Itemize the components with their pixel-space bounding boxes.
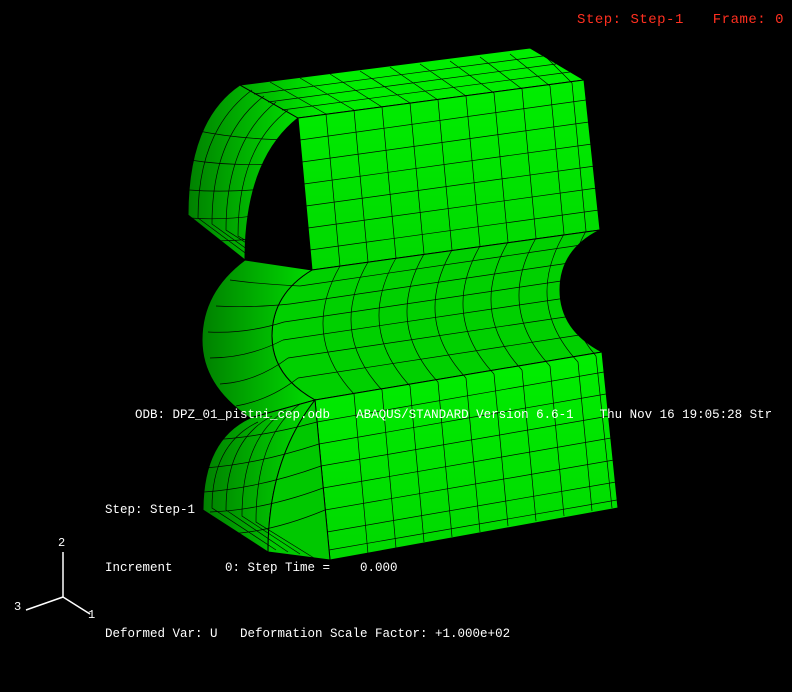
status-bar: Step: Step-1 Frame: 0 [557,12,784,28]
info-block: ODB: DPZ_01_pistni_cep.odb ABAQUS/STANDAR… [105,347,792,664]
status-frame: Frame: 0 [713,12,784,28]
odb-file: ODB: DPZ_01_pistni_cep.odb [135,408,330,422]
triad-axis-3: 3 [14,600,21,614]
increment-line: Increment 0: Step Time = 0.000 [105,559,792,578]
triad-axis-2: 2 [58,536,65,550]
triad-axis-1: 1 [88,608,95,622]
odb-line: ODB: DPZ_01_pistni_cep.odb ABAQUS/STANDAR… [105,386,792,444]
deformed-line: Deformed Var: U Deformation Scale Factor… [105,625,792,644]
step-line: Step: Step-1 [105,501,792,520]
odb-timestamp: Thu Nov 16 19:05:28 Str [600,408,773,422]
status-step: Step: Step-1 [577,12,684,28]
orientation-triad: 2 3 1 [18,542,98,622]
abaqus-version: ABAQUS/STANDARD Version 6.6-1 [356,408,574,422]
